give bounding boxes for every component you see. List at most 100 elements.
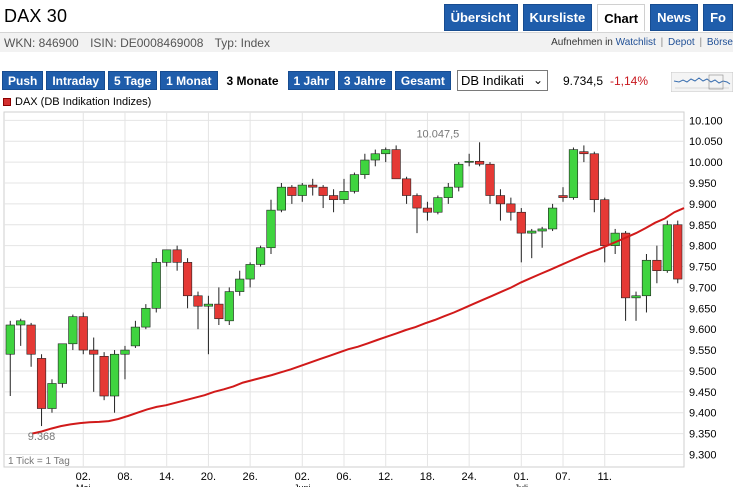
x-tick-label: 02. xyxy=(76,471,91,483)
y-tick-label: 9.950 xyxy=(689,178,717,190)
candle-body xyxy=(287,186,297,196)
x-tick-label: 01. xyxy=(514,471,529,483)
x-tick-sublabel: Juni xyxy=(294,483,311,487)
candle-body xyxy=(589,153,599,201)
candle-body xyxy=(141,307,151,328)
candle-body xyxy=(381,149,391,155)
candle-body xyxy=(328,195,339,201)
x-tick-label: 20. xyxy=(201,471,216,483)
tab-kursliste[interactable]: Kursliste xyxy=(522,4,593,31)
annotation-label: 9.368 xyxy=(28,431,56,443)
candle-body xyxy=(548,207,558,230)
candle-body xyxy=(506,203,516,213)
x-tick-sublabel: Juli xyxy=(515,483,529,487)
tab-news[interactable]: News xyxy=(650,4,699,31)
candle-body xyxy=(36,358,47,409)
candle-body xyxy=(443,186,453,198)
candle-body xyxy=(391,149,401,180)
tab-fo[interactable]: Fo xyxy=(703,4,733,31)
candle-body xyxy=(47,383,57,409)
range-gesamt-button[interactable]: Gesamt xyxy=(394,71,451,90)
candle-body xyxy=(475,160,485,165)
y-tick-label: 9.300 xyxy=(689,449,717,461)
y-tick-label: 10.000 xyxy=(689,157,723,169)
candle-body xyxy=(266,209,276,249)
candle-body xyxy=(673,224,683,280)
y-tick-label: 9.550 xyxy=(689,345,717,357)
candle-body xyxy=(235,278,245,292)
x-tick-label: 08. xyxy=(117,471,132,483)
candle-body xyxy=(537,228,547,232)
y-tick-label: 10.100 xyxy=(689,115,723,127)
depot-link[interactable]: Depot xyxy=(668,37,695,48)
x-tick-label: 14. xyxy=(159,471,174,483)
candle-body xyxy=(422,207,433,213)
candle-body xyxy=(527,230,537,234)
candlestick-chart: 10.100 10.050 10.000 9.950 9.900 9.850 9.800 9.… xyxy=(3,111,723,487)
exchange-select[interactable]: DB Indikati ⌄ xyxy=(457,70,548,91)
candle-body xyxy=(464,160,474,163)
page-title: DAX 30 xyxy=(4,6,68,26)
range-3-jahre-button[interactable]: 3 Jahre xyxy=(337,71,392,90)
candle-body xyxy=(78,316,88,351)
candle-body xyxy=(568,149,579,198)
candle-body xyxy=(16,320,26,326)
candle-body xyxy=(641,259,652,297)
range-5-tage-button[interactable]: 5 Tage xyxy=(108,71,158,90)
candle-body xyxy=(203,303,213,307)
y-tick-label: 9.350 xyxy=(689,429,717,441)
x-tick-label: 12. xyxy=(378,471,393,483)
candle-body xyxy=(402,178,412,196)
separator: | xyxy=(699,37,703,48)
candle-body xyxy=(370,153,380,161)
meta-bar: WKN: 846900 ISIN: DE0008469008 Typ: Inde… xyxy=(0,32,733,52)
action-links: Aufnehmen in Watchlist | Depot | Börse xyxy=(551,37,733,48)
sparkline-thumbnail[interactable] xyxy=(671,72,733,92)
candle-body xyxy=(412,195,422,209)
separator: | xyxy=(660,37,664,48)
last-price: 9.734,5 xyxy=(563,74,604,88)
range-selector: Push Intraday 5 Tage 1 Monat 3 Monate 1 … xyxy=(2,71,451,90)
y-tick-label: 10.050 xyxy=(689,136,723,148)
y-tick-label: 9.900 xyxy=(689,199,717,211)
candle-body xyxy=(495,195,506,205)
candle-body xyxy=(245,264,255,280)
range-1-monat-button[interactable]: 1 Monat xyxy=(160,71,218,90)
candle-body xyxy=(600,199,610,246)
candle-body xyxy=(172,249,182,263)
candle-body xyxy=(214,303,224,320)
candle-body xyxy=(621,232,631,299)
candle-body xyxy=(579,151,589,155)
boerse-link[interactable]: Börse xyxy=(707,37,733,48)
chart-legend: DAX (DB Indikation Indizes) xyxy=(3,96,151,108)
tab-uebersicht[interactable]: Übersicht xyxy=(443,4,518,31)
range-push-button[interactable]: Push xyxy=(2,71,44,90)
candle-body xyxy=(182,262,193,297)
candle-body xyxy=(26,324,36,355)
x-tick-label: 06. xyxy=(336,471,351,483)
candle-body xyxy=(318,186,328,196)
range-1-jahr-button[interactable]: 1 Jahr xyxy=(287,71,335,90)
candle-body xyxy=(652,259,662,272)
x-tick-label: 07. xyxy=(555,471,570,483)
candle-body xyxy=(130,326,140,347)
legend-swatch xyxy=(3,98,11,106)
range-3-monate-button[interactable]: 3 Monate xyxy=(220,71,285,90)
candle-body xyxy=(297,184,307,196)
candle-body xyxy=(89,349,99,355)
y-tick-label: 9.600 xyxy=(689,324,717,336)
annotation-label: 10.047,5 xyxy=(416,128,459,140)
candle-body xyxy=(485,163,495,196)
top-navigation: Übersicht Kursliste Chart News Fo xyxy=(443,4,733,31)
exchange-select-value: DB Indikati xyxy=(461,73,524,88)
candle-body xyxy=(57,343,67,384)
tab-chart[interactable]: Chart xyxy=(597,4,646,31)
candle-body xyxy=(255,247,266,265)
range-intraday-button[interactable]: Intraday xyxy=(46,71,106,90)
legend-label: DAX (DB Indikation Indizes) xyxy=(15,96,152,108)
candle-body xyxy=(151,262,161,309)
y-tick-label: 9.650 xyxy=(689,303,717,315)
watchlist-link[interactable]: Watchlist xyxy=(616,37,656,48)
price-change: -1,14% xyxy=(610,74,649,88)
tick-footnote: 1 Tick = 1 Tag xyxy=(8,456,70,467)
